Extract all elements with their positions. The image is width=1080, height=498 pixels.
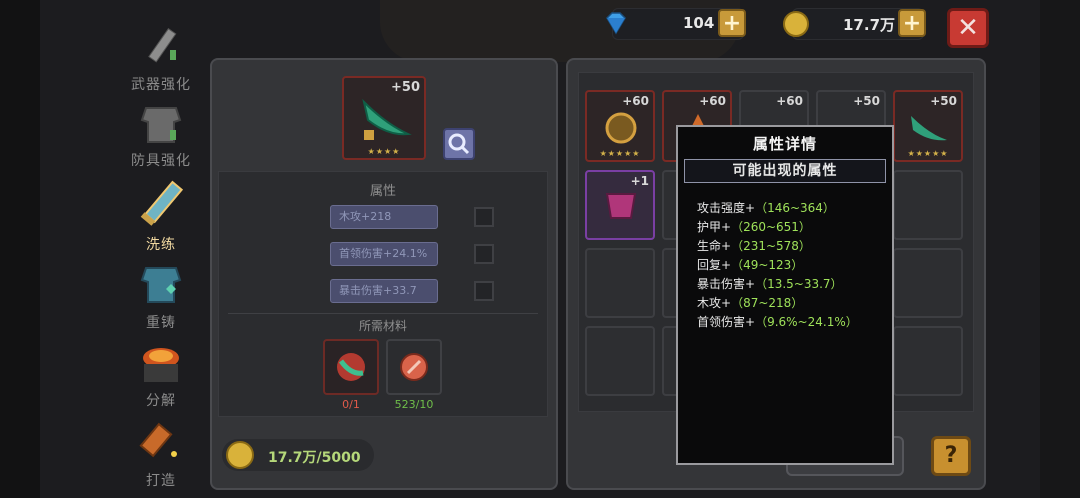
magnifier-icon: [448, 133, 470, 155]
item-level: +50: [930, 94, 957, 108]
nav-label: 洗练: [146, 237, 176, 253]
hammer-icon: [134, 420, 188, 468]
lock-attribute-checkbox[interactable]: [474, 244, 494, 264]
attribute-row: 木攻+218: [330, 205, 438, 229]
anvil-fire-icon: [134, 340, 188, 388]
refine-sword-icon: [131, 178, 191, 232]
nav-label: 防具强化: [131, 153, 191, 169]
item-stars: ★★★★★: [599, 149, 641, 158]
possible-property: 生命+（231~578）: [697, 239, 811, 253]
material-count: 0/1: [342, 398, 360, 411]
reforge-armor-icon: [134, 262, 188, 310]
nav-refine[interactable]: 洗练: [122, 178, 200, 254]
item-stars: ★★★★★: [907, 149, 949, 158]
item-level: +50: [853, 94, 880, 108]
material-count: 523/10: [394, 398, 434, 411]
nav-armor-upgrade[interactable]: 防具强化: [122, 100, 200, 170]
property-details-popup: 属性详情 可能出现的属性 攻击强度+（146~364） 护甲+（260~651）…: [676, 125, 894, 465]
nav-weapon-upgrade[interactable]: 武器强化: [122, 24, 200, 94]
material-blade-icon: [337, 353, 365, 381]
lock-attribute-checkbox[interactable]: [474, 281, 494, 301]
gold-cost: 17.7万/5000: [268, 450, 361, 466]
item-level: +60: [622, 94, 649, 108]
help-button[interactable]: ?: [931, 436, 971, 476]
nav-dismantle[interactable]: 分解: [122, 340, 200, 410]
lock-attribute-checkbox[interactable]: [474, 207, 494, 227]
selected-item-slot[interactable]: +50 ★★★★: [342, 76, 426, 160]
empty-slot[interactable]: [893, 248, 963, 318]
empty-slot[interactable]: [585, 248, 655, 318]
gold-count: 17.7万: [843, 16, 896, 34]
attribute-row: 首领伤害+24.1%: [330, 242, 438, 266]
inspect-button[interactable]: [443, 128, 475, 160]
gold-coin-icon: [783, 11, 809, 37]
inventory-item[interactable]: +60 ★★★★★: [585, 90, 655, 162]
nav-label: 打造: [146, 473, 176, 489]
inventory-item[interactable]: +50 ★★★★★: [893, 90, 963, 162]
possible-property: 暴击伤害+（13.5~33.7）: [697, 277, 843, 291]
armor-icon: [134, 100, 188, 148]
divider: [228, 313, 538, 314]
empty-slot[interactable]: [893, 326, 963, 396]
nav-label: 武器强化: [131, 77, 191, 93]
possible-property: 回复+（49~123）: [697, 258, 804, 272]
nav-label: 分解: [146, 393, 176, 409]
attributes-title: 属性: [369, 184, 396, 199]
refine-stone-icon: [400, 353, 428, 381]
empty-slot[interactable]: [893, 170, 963, 240]
gold-coin-icon: [226, 441, 254, 469]
possible-property: 木攻+（87~218）: [697, 296, 804, 310]
material-slot[interactable]: [323, 339, 379, 395]
background-left: [0, 0, 40, 498]
gem-count: 104: [683, 14, 715, 32]
empty-slot[interactable]: [585, 326, 655, 396]
background-right: [1040, 0, 1080, 498]
add-gold-button[interactable]: +: [898, 9, 926, 37]
golden-axe-icon: [605, 112, 637, 144]
attribute-row: 暴击伤害+33.7: [330, 279, 438, 303]
purple-armor-icon: [605, 193, 637, 219]
item-level: +50: [391, 80, 420, 95]
diamond-icon: [603, 10, 629, 36]
item-stars: ★★★★: [367, 147, 401, 156]
possible-property: 攻击强度+（146~364）: [697, 201, 835, 215]
inventory-item[interactable]: +1: [585, 170, 655, 240]
material-slot[interactable]: [386, 339, 442, 395]
possible-property: 护甲+（260~651）: [697, 220, 811, 234]
jade-blade-icon: [362, 98, 412, 140]
materials-title: 所需材料: [358, 319, 407, 333]
nav-reforge[interactable]: 重铸: [122, 262, 200, 332]
nav-label: 重铸: [146, 315, 176, 331]
item-level: +60: [699, 94, 726, 108]
close-button[interactable]: ✕: [947, 8, 989, 48]
item-level: +60: [776, 94, 803, 108]
popup-title: 属性详情: [752, 135, 817, 153]
possible-property: 首领伤害+（9.6%~24.1%）: [697, 315, 858, 329]
popup-subtitle: 可能出现的属性: [684, 159, 886, 183]
add-gems-button[interactable]: +: [718, 9, 746, 37]
jade-blade-icon: [911, 116, 947, 141]
nav-craft[interactable]: 打造: [122, 420, 200, 490]
sword-icon: [134, 24, 188, 72]
